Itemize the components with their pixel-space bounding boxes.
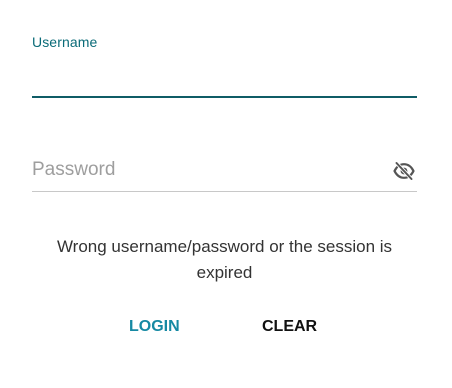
password-input[interactable]: [32, 156, 382, 184]
login-button[interactable]: LOGIN: [121, 314, 188, 340]
eye-off-icon[interactable]: [393, 161, 415, 181]
username-label: Username: [32, 34, 98, 50]
username-input[interactable]: [32, 56, 417, 94]
error-message: Wrong username/password or the session i…: [56, 237, 393, 282]
password-underline: [32, 191, 417, 192]
username-underline: [32, 96, 417, 98]
clear-button[interactable]: CLEAR: [254, 314, 325, 340]
login-form: Username Wrong username/password or the …: [0, 0, 452, 388]
